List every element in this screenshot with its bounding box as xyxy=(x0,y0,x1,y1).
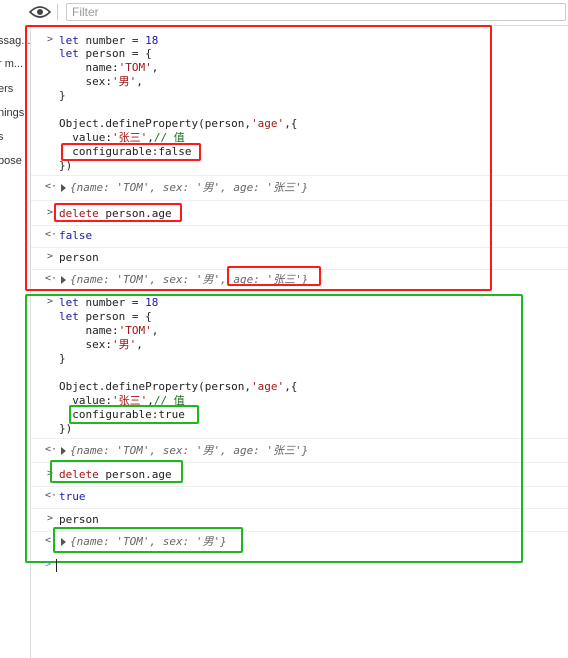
sidebar-item-info[interactable]: s xyxy=(0,131,4,143)
console-prompt-icon: > xyxy=(45,559,52,570)
highlight-box-configurable-true xyxy=(69,405,199,424)
highlight-box-age-prop xyxy=(227,266,321,286)
sidebar-item-user-messages[interactable]: r m... xyxy=(0,58,23,70)
sidebar-item-errors[interactable]: ers xyxy=(0,83,13,95)
highlight-box-object-result xyxy=(53,527,243,553)
sidebar-item-verbose[interactable]: bose xyxy=(0,155,22,167)
console-output: > let number = 18 let person = { name:'T… xyxy=(25,25,568,658)
highlight-box-delete-cmd xyxy=(50,460,183,483)
console-input-caret[interactable] xyxy=(56,559,57,572)
filter-input[interactable]: Filter xyxy=(66,3,566,21)
eye-icon[interactable] xyxy=(29,4,51,20)
console-toolbar: Filter xyxy=(0,0,568,26)
highlight-box-green-block xyxy=(25,294,523,563)
sidebar-item-warnings[interactable]: nings xyxy=(0,107,24,119)
toolbar-divider xyxy=(57,4,58,20)
highlight-box-delete-cmd xyxy=(54,203,182,222)
highlight-box-configurable-false xyxy=(61,143,201,161)
